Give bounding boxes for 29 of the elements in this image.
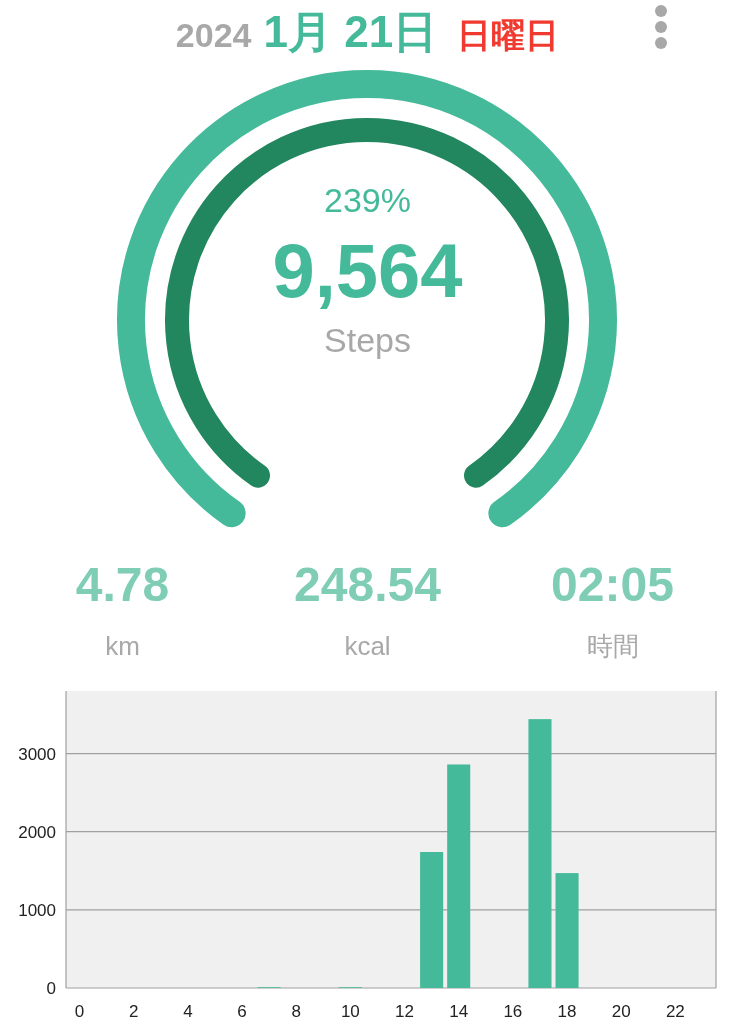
stat-value: 4.78	[75, 560, 170, 609]
x-tick-label: 20	[611, 1001, 631, 1021]
more-menu-icon[interactable]	[652, 4, 670, 50]
y-tick-label: 0	[46, 978, 56, 998]
y-tick-label: 3000	[18, 744, 56, 764]
stat-label: 時間	[586, 632, 639, 659]
year-text: 2024	[175, 17, 252, 54]
x-tick-label: 14	[449, 1001, 469, 1021]
x-tick-label: 22	[665, 1001, 685, 1021]
stat-value: 02:05	[551, 560, 674, 609]
goal-percent-text: 239%	[324, 182, 411, 217]
stat-label: kcal	[344, 632, 391, 659]
y-tick-label: 2000	[18, 822, 56, 842]
weekday-text: 日曜日	[457, 17, 560, 54]
x-tick-label: 16	[503, 1001, 523, 1021]
x-tick-label: 8	[291, 1001, 301, 1021]
step-count-text: 9,564	[272, 232, 463, 309]
x-tick-label: 0	[74, 1001, 85, 1021]
x-tick-label: 18	[557, 1001, 577, 1021]
date-text: 1月 21日	[263, 9, 438, 54]
x-tick-label: 10	[340, 1001, 360, 1021]
x-tick-label: 2	[128, 1001, 139, 1021]
x-tick-label: 6	[237, 1001, 247, 1021]
x-tick-label: 12	[395, 1001, 414, 1021]
x-tick-label: 4	[183, 1001, 193, 1021]
stat-value: 248.54	[294, 560, 441, 609]
stat-label: km	[105, 632, 140, 659]
steps-unit-text: Steps	[324, 322, 411, 357]
y-tick-label: 1000	[18, 900, 56, 920]
